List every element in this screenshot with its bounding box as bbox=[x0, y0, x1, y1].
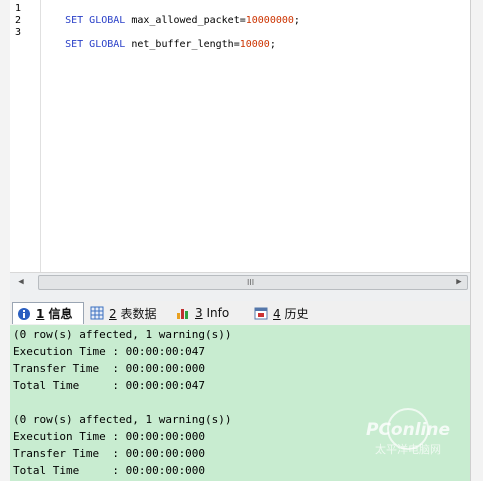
watermark-subtitle: 太平洋电脑网 bbox=[375, 442, 441, 456]
tab-hotkey: 2 bbox=[109, 306, 117, 321]
sql-editor[interactable]: 1 2 3 SET GLOBAL max_allowed_packet=1000… bbox=[10, 0, 470, 272]
tab-text: 表数据 bbox=[120, 306, 157, 321]
scrollbar-thumb[interactable]: III bbox=[38, 275, 468, 290]
tab-text: 信息 bbox=[48, 307, 73, 321]
tab-hotkey: 4 bbox=[273, 306, 281, 321]
horizontal-scrollbar[interactable]: ◀ III ▶ bbox=[10, 272, 470, 292]
scroll-left-icon[interactable]: ◀ bbox=[14, 276, 28, 288]
sql-terminator: ; bbox=[293, 15, 300, 26]
sql-keyword: SET GLOBAL bbox=[65, 39, 126, 50]
table-data-icon bbox=[90, 306, 104, 320]
sql-terminator: ; bbox=[269, 39, 276, 50]
line-number: 2 bbox=[15, 15, 22, 26]
code-line[interactable]: SET GLOBAL net_buffer_length=10000; bbox=[41, 27, 276, 63]
tab-hotkey: 1 bbox=[36, 307, 45, 321]
sql-number: 10000000 bbox=[245, 15, 294, 26]
line-number-gutter: 1 2 3 bbox=[10, 0, 41, 272]
line-number: 3 bbox=[15, 27, 22, 38]
result-line: (0 row(s) affected, 1 warning(s)) bbox=[13, 413, 232, 426]
tab-hotkey: 3 bbox=[195, 306, 203, 320]
tab-table-data[interactable]: 2 表数据 bbox=[86, 302, 170, 324]
result-line: Total Time : 00:00:00:000 bbox=[13, 464, 206, 477]
scroll-right-icon[interactable]: ▶ bbox=[452, 276, 466, 288]
tab-info-2[interactable]: 3 Info bbox=[172, 302, 248, 324]
sql-number: 10000 bbox=[239, 39, 270, 50]
history-icon bbox=[254, 307, 268, 320]
tab-text: 历史 bbox=[284, 306, 309, 321]
info-chart-icon bbox=[177, 309, 188, 319]
result-line: Transfer Time : 00:00:00:000 bbox=[13, 447, 206, 460]
result-line: (0 row(s) affected, 1 warning(s)) bbox=[13, 328, 232, 341]
sql-keyword: SET GLOBAL bbox=[65, 15, 126, 26]
watermark-brand: PConline bbox=[366, 420, 450, 440]
tab-label: 1 信息 bbox=[36, 305, 73, 322]
sql-variable: net_buffer_length= bbox=[131, 39, 240, 50]
scroll-grip-icon: III bbox=[247, 278, 255, 287]
info-icon bbox=[18, 307, 30, 320]
tab-label: 3 Info bbox=[195, 306, 229, 320]
result-line: Total Time : 00:00:00:047 bbox=[13, 379, 206, 392]
result-line: Execution Time : 00:00:00:047 bbox=[13, 345, 206, 358]
right-panel-border bbox=[470, 0, 483, 481]
tab-label: 2 表数据 bbox=[109, 305, 156, 322]
result-line: Transfer Time : 00:00:00:000 bbox=[13, 362, 206, 375]
line-number: 1 bbox=[15, 3, 22, 14]
tab-text: Info bbox=[206, 306, 230, 320]
sql-variable: max_allowed_packet= bbox=[131, 15, 246, 26]
result-tabs: 1 信息 2 表数据 3 Info 4 历史 bbox=[10, 301, 470, 326]
result-line: Execution Time : 00:00:00:000 bbox=[13, 430, 206, 443]
tab-label: 4 历史 bbox=[273, 305, 308, 322]
pconline-watermark-logo: PConline 太平洋电脑网 bbox=[366, 408, 450, 456]
tab-history[interactable]: 4 历史 bbox=[250, 302, 322, 324]
tab-info[interactable]: 1 信息 bbox=[12, 302, 84, 324]
pane-splitter[interactable] bbox=[10, 291, 470, 301]
